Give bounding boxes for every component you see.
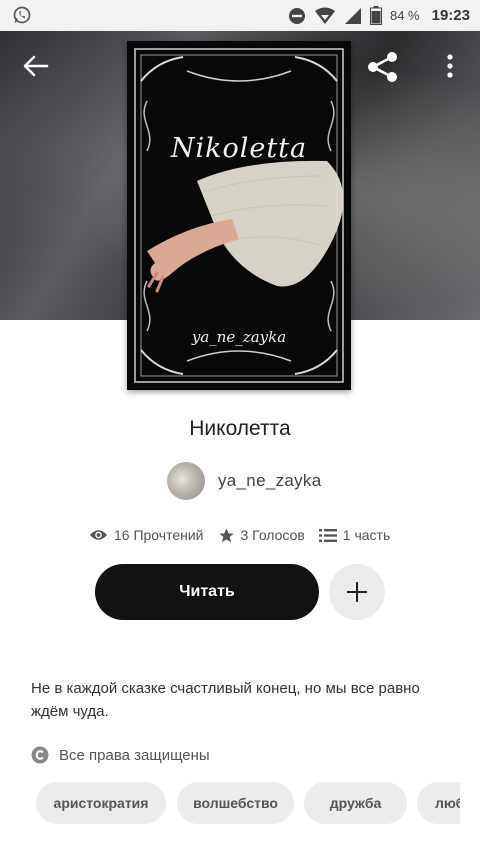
copyright-icon — [31, 746, 49, 764]
votes-stat: 3 Голосов — [218, 527, 305, 544]
clock: 19:23 — [431, 7, 470, 24]
more-vertical-icon[interactable] — [438, 50, 462, 82]
star-icon — [218, 527, 234, 542]
book-cover[interactable]: Nikoletta ya_ne_zayka — [127, 41, 351, 390]
votes-count: 3 Голосов — [240, 527, 305, 543]
tag-list: аристократия волшебство дружба люб — [36, 782, 460, 824]
tag-chip[interactable]: люб — [417, 782, 460, 824]
do-not-disturb-icon — [288, 7, 305, 24]
battery-percent: 84 % — [389, 8, 420, 23]
tag-chip[interactable]: аристократия — [36, 782, 166, 824]
add-to-library-button[interactable] — [329, 564, 385, 620]
copyright-notice: Все права защищены — [31, 746, 210, 764]
reads-count: 16 Прочтений — [114, 527, 204, 543]
eye-icon — [89, 530, 108, 540]
parts-count: 1 часть — [342, 527, 391, 543]
whatsapp-icon — [13, 6, 31, 24]
status-bar: 84 % 19:23 — [0, 0, 480, 31]
share-icon[interactable] — [365, 49, 401, 85]
signal-icon — [344, 7, 361, 24]
battery-icon — [369, 6, 382, 25]
read-button[interactable]: Читать — [95, 564, 319, 620]
copyright-text: Все права защищены — [59, 746, 210, 764]
author-avatar[interactable] — [167, 462, 205, 500]
tag-chip[interactable]: дружба — [304, 782, 407, 824]
cover-title: Nikoletta — [170, 133, 308, 164]
author-link[interactable]: ya_ne_zayka — [167, 462, 321, 500]
book-title: Николетта — [189, 417, 291, 440]
plus-icon — [347, 582, 367, 602]
reads-stat: 16 Прочтений — [89, 527, 204, 543]
cover-author: ya_ne_zayka — [191, 328, 287, 346]
back-arrow-icon[interactable] — [20, 50, 52, 82]
book-description: Не в каждой сказке счастливый конец, но … — [31, 680, 420, 720]
wifi-icon — [314, 7, 335, 24]
list-icon — [318, 528, 337, 542]
book-stats: 16 Прочтений 3 Голосов 1 часть — [89, 524, 404, 546]
parts-stat: 1 часть — [318, 527, 391, 543]
tag-chip[interactable]: волшебство — [177, 782, 294, 824]
author-name[interactable]: ya_ne_zayka — [218, 471, 321, 491]
